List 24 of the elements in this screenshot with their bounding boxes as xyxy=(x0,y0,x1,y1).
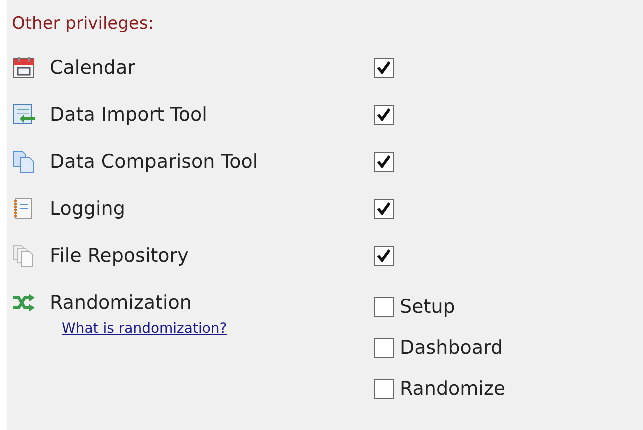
checkbox[interactable] xyxy=(374,199,394,219)
privilege-label: File Repository xyxy=(50,245,189,267)
privilege-label: Calendar xyxy=(50,57,136,79)
calendar-icon xyxy=(12,56,36,80)
checkbox[interactable] xyxy=(374,152,394,172)
section-heading: Other privileges: xyxy=(12,14,155,34)
option-label: Randomize xyxy=(400,378,506,400)
table-import-icon xyxy=(12,103,36,127)
checkbox[interactable] xyxy=(374,58,394,78)
privilege-label: Data Import Tool xyxy=(50,104,208,126)
shuffle-icon xyxy=(12,291,36,315)
privilege-label: Data Comparison Tool xyxy=(50,151,258,173)
checkbox[interactable] xyxy=(374,297,394,317)
option-label: Setup xyxy=(400,296,456,318)
checkbox[interactable] xyxy=(374,246,394,266)
files-icon xyxy=(12,244,36,268)
option-label: Dashboard xyxy=(400,337,504,359)
checkbox[interactable] xyxy=(374,338,394,358)
privilege-label: Randomization xyxy=(50,292,192,314)
checkbox[interactable] xyxy=(374,105,394,125)
documents-icon xyxy=(12,150,36,174)
privilege-label: Logging xyxy=(50,198,126,220)
checkbox[interactable] xyxy=(374,379,394,399)
help-link[interactable]: What is randomization? xyxy=(62,321,228,337)
